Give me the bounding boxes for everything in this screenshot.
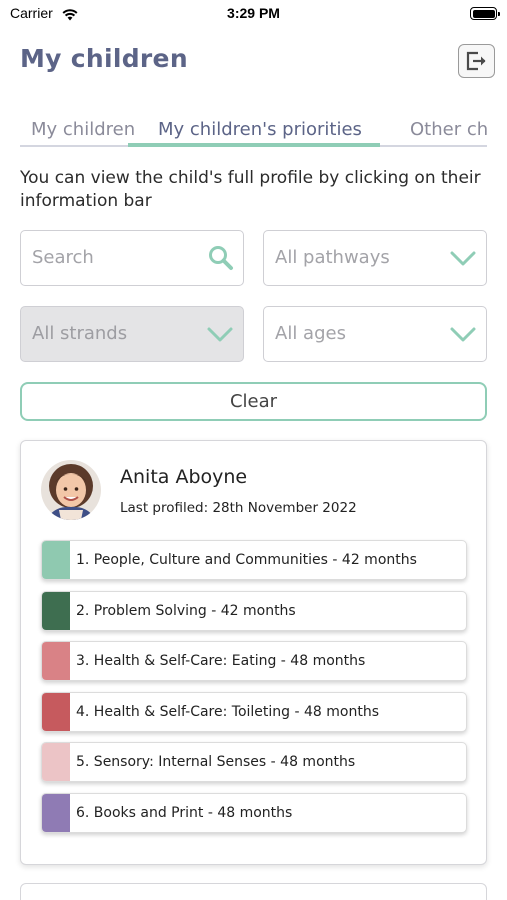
tab-my-children[interactable]: My children: [31, 119, 135, 140]
last-profiled-date: Last profiled: 28th November 2022: [120, 500, 357, 516]
priority-color-swatch: [42, 794, 70, 832]
priority-item[interactable]: 5. Sensory: Internal Senses - 48 months: [41, 742, 467, 782]
priority-color-swatch: [42, 642, 70, 680]
search-icon[interactable]: [207, 244, 235, 276]
tab-my-childrens-priorities[interactable]: My children's priorities: [158, 119, 362, 140]
priority-item[interactable]: 6. Books and Print - 48 months: [41, 793, 467, 833]
priority-color-swatch: [42, 693, 70, 731]
strands-value: All strands: [32, 323, 128, 344]
pathways-value: All pathways: [275, 247, 390, 268]
clear-button[interactable]: Clear: [20, 382, 487, 421]
ages-select[interactable]: All ages: [263, 306, 487, 362]
priority-color-swatch: [42, 541, 70, 579]
search-input[interactable]: Search: [20, 230, 244, 286]
priority-item[interactable]: 1. People, Culture and Communities - 42 …: [41, 540, 467, 580]
pathways-select[interactable]: All pathways: [263, 230, 487, 286]
search-placeholder: Search: [32, 247, 94, 268]
logout-button[interactable]: [458, 44, 495, 78]
child-card[interactable]: Anita Aboyne Last profiled: 28th Novembe…: [20, 440, 487, 865]
priority-label: 2. Problem Solving - 42 months: [76, 603, 296, 619]
strands-select[interactable]: All strands: [20, 306, 244, 362]
tab-other-children[interactable]: Other ch: [410, 119, 487, 140]
priority-label: 5. Sensory: Internal Senses - 48 months: [76, 754, 356, 770]
priority-label: 4. Health & Self-Care: Toileting - 48 mo…: [76, 704, 380, 720]
priority-item[interactable]: 4. Health & Self-Care: Toileting - 48 mo…: [41, 692, 467, 732]
page-title: My children: [20, 44, 188, 73]
chevron-down-icon: [448, 320, 478, 352]
chevron-down-icon: [448, 244, 478, 276]
child-card[interactable]: [20, 883, 487, 900]
child-name: Anita Aboyne: [120, 466, 248, 488]
ages-value: All ages: [275, 323, 346, 344]
priority-color-swatch: [42, 743, 70, 781]
priority-color-swatch: [42, 592, 70, 630]
chevron-down-icon: [205, 320, 235, 352]
intro-text: You can view the child's full profile by…: [20, 168, 481, 211]
priority-item[interactable]: 3. Health & Self-Care: Eating - 48 month…: [41, 641, 467, 681]
priority-item[interactable]: 2. Problem Solving - 42 months: [41, 591, 467, 631]
avatar: [41, 460, 101, 520]
priority-label: 1. People, Culture and Communities - 42 …: [76, 552, 417, 568]
clock: 3:29 PM: [227, 5, 280, 21]
battery-icon: [470, 7, 500, 20]
priority-label: 6. Books and Print - 48 months: [76, 805, 293, 821]
active-tab-indicator: [128, 143, 380, 147]
status-bar: Carrier 3:29 PM: [0, 0, 507, 30]
priority-label: 3. Health & Self-Care: Eating - 48 month…: [76, 653, 366, 669]
logout-icon: [466, 51, 485, 71]
